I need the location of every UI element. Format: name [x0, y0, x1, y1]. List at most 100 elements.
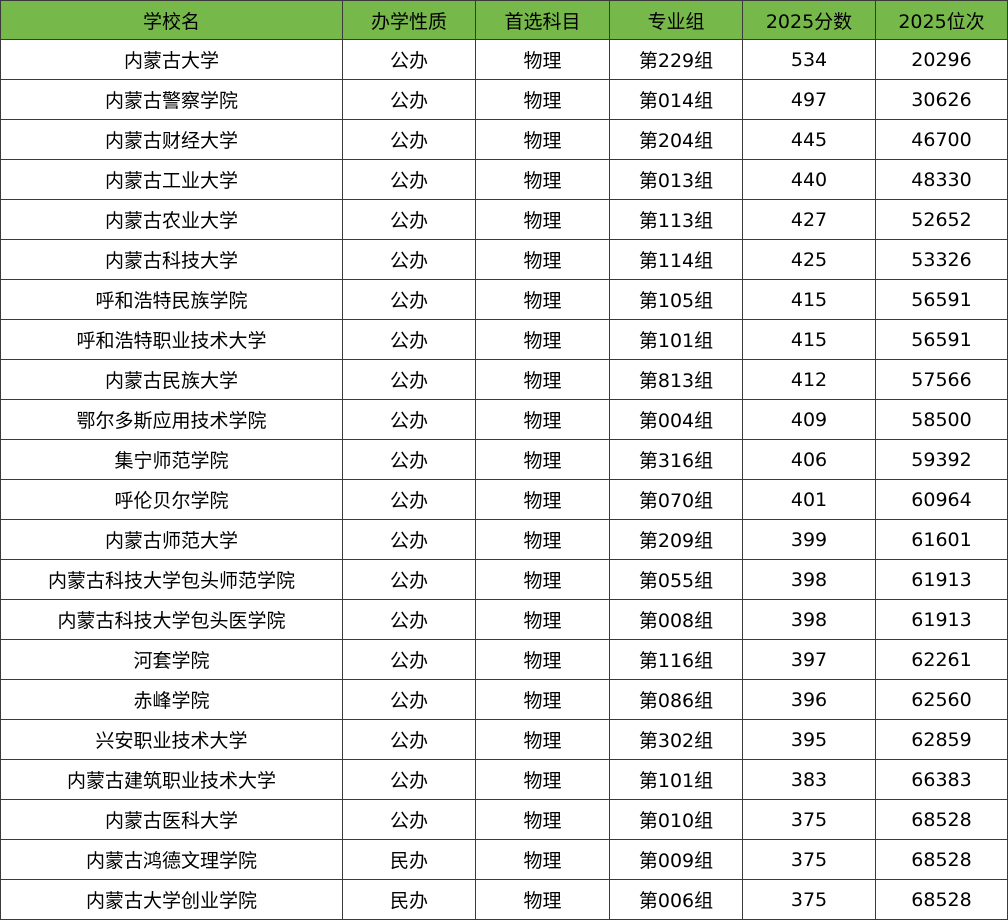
cell-primary-subject: 物理 — [475, 319, 610, 360]
cell-score: 395 — [742, 719, 876, 760]
cell-score: 396 — [742, 679, 876, 720]
cell-school-name: 内蒙古科技大学包头医学院 — [0, 599, 343, 640]
cell-school-type: 民办 — [342, 879, 476, 920]
cell-score: 399 — [742, 519, 876, 560]
cell-school-type: 公办 — [342, 639, 476, 680]
cell-school-name: 内蒙古大学创业学院 — [0, 879, 343, 920]
cell-primary-subject: 物理 — [475, 839, 610, 880]
cell-school-type: 公办 — [342, 479, 476, 520]
cell-school-type: 民办 — [342, 839, 476, 880]
cell-major-group: 第229组 — [609, 39, 743, 80]
cell-school-name: 内蒙古鸿德文理学院 — [0, 839, 343, 880]
cell-rank: 58500 — [875, 399, 1008, 440]
table-header-row: 学校名 办学性质 首选科目 专业组 2025分数 2025位次 — [0, 0, 1008, 40]
table-row: 内蒙古财经大学 公办 物理 第204组 445 46700 — [0, 119, 1008, 160]
cell-school-name: 内蒙古民族大学 — [0, 359, 343, 400]
cell-score: 401 — [742, 479, 876, 520]
cell-school-type: 公办 — [342, 279, 476, 320]
cell-school-type: 公办 — [342, 599, 476, 640]
header-school-type: 办学性质 — [342, 0, 476, 40]
table-row: 鄂尔多斯应用技术学院 公办 物理 第004组 409 58500 — [0, 399, 1008, 440]
cell-rank: 61601 — [875, 519, 1008, 560]
cell-primary-subject: 物理 — [475, 679, 610, 720]
cell-rank: 52652 — [875, 199, 1008, 240]
cell-school-name: 内蒙古师范大学 — [0, 519, 343, 560]
cell-primary-subject: 物理 — [475, 39, 610, 80]
cell-rank: 61913 — [875, 599, 1008, 640]
cell-school-name: 呼伦贝尔学院 — [0, 479, 343, 520]
cell-school-name: 内蒙古建筑职业技术大学 — [0, 759, 343, 800]
cell-school-name: 河套学院 — [0, 639, 343, 680]
cell-primary-subject: 物理 — [475, 559, 610, 600]
cell-school-type: 公办 — [342, 519, 476, 560]
header-school-name: 学校名 — [0, 0, 343, 40]
cell-school-type: 公办 — [342, 359, 476, 400]
cell-major-group: 第101组 — [609, 759, 743, 800]
cell-major-group: 第116组 — [609, 639, 743, 680]
cell-rank: 62261 — [875, 639, 1008, 680]
cell-primary-subject: 物理 — [475, 199, 610, 240]
cell-score: 497 — [742, 79, 876, 120]
cell-school-type: 公办 — [342, 679, 476, 720]
cell-score: 427 — [742, 199, 876, 240]
cell-major-group: 第014组 — [609, 79, 743, 120]
table-row: 内蒙古民族大学 公办 物理 第813组 412 57566 — [0, 359, 1008, 400]
cell-major-group: 第070组 — [609, 479, 743, 520]
table-row: 兴安职业技术大学 公办 物理 第302组 395 62859 — [0, 719, 1008, 760]
cell-school-type: 公办 — [342, 79, 476, 120]
cell-primary-subject: 物理 — [475, 239, 610, 280]
cell-score: 375 — [742, 839, 876, 880]
cell-rank: 57566 — [875, 359, 1008, 400]
cell-school-name: 内蒙古工业大学 — [0, 159, 343, 200]
cell-school-name: 集宁师范学院 — [0, 439, 343, 480]
cell-major-group: 第105组 — [609, 279, 743, 320]
cell-school-name: 呼和浩特民族学院 — [0, 279, 343, 320]
table-row: 赤峰学院 公办 物理 第086组 396 62560 — [0, 679, 1008, 720]
cell-school-type: 公办 — [342, 319, 476, 360]
cell-score: 425 — [742, 239, 876, 280]
cell-score: 534 — [742, 39, 876, 80]
cell-major-group: 第008组 — [609, 599, 743, 640]
table-row: 内蒙古师范大学 公办 物理 第209组 399 61601 — [0, 519, 1008, 560]
cell-school-type: 公办 — [342, 159, 476, 200]
cell-school-name: 内蒙古科技大学包头师范学院 — [0, 559, 343, 600]
cell-score: 409 — [742, 399, 876, 440]
cell-major-group: 第101组 — [609, 319, 743, 360]
cell-primary-subject: 物理 — [475, 799, 610, 840]
cell-major-group: 第316组 — [609, 439, 743, 480]
cell-primary-subject: 物理 — [475, 359, 610, 400]
cell-major-group: 第004组 — [609, 399, 743, 440]
cell-score: 406 — [742, 439, 876, 480]
cell-major-group: 第006组 — [609, 879, 743, 920]
cell-primary-subject: 物理 — [475, 519, 610, 560]
cell-rank: 53326 — [875, 239, 1008, 280]
table-row: 内蒙古工业大学 公办 物理 第013组 440 48330 — [0, 159, 1008, 200]
cell-primary-subject: 物理 — [475, 879, 610, 920]
cell-primary-subject: 物理 — [475, 439, 610, 480]
cell-score: 415 — [742, 279, 876, 320]
cell-primary-subject: 物理 — [475, 719, 610, 760]
cell-major-group: 第813组 — [609, 359, 743, 400]
cell-score: 440 — [742, 159, 876, 200]
cell-school-name: 呼和浩特职业技术大学 — [0, 319, 343, 360]
cell-rank: 68528 — [875, 879, 1008, 920]
cell-school-name: 内蒙古农业大学 — [0, 199, 343, 240]
cell-rank: 66383 — [875, 759, 1008, 800]
cell-primary-subject: 物理 — [475, 279, 610, 320]
table-row: 内蒙古警察学院 公办 物理 第014组 497 30626 — [0, 79, 1008, 120]
cell-score: 375 — [742, 799, 876, 840]
table-row: 内蒙古大学 公办 物理 第229组 534 20296 — [0, 39, 1008, 80]
table-row: 呼和浩特职业技术大学 公办 物理 第101组 415 56591 — [0, 319, 1008, 360]
table-row: 内蒙古医科大学 公办 物理 第010组 375 68528 — [0, 799, 1008, 840]
cell-rank: 56591 — [875, 279, 1008, 320]
cell-major-group: 第013组 — [609, 159, 743, 200]
cell-school-type: 公办 — [342, 119, 476, 160]
cell-major-group: 第113组 — [609, 199, 743, 240]
cell-rank: 20296 — [875, 39, 1008, 80]
cell-primary-subject: 物理 — [475, 399, 610, 440]
cell-major-group: 第010组 — [609, 799, 743, 840]
table-body: 内蒙古大学 公办 物理 第229组 534 20296 内蒙古警察学院 公办 物理 第014组 4… — [0, 39, 1008, 920]
cell-score: 415 — [742, 319, 876, 360]
cell-primary-subject: 物理 — [475, 599, 610, 640]
cell-score: 412 — [742, 359, 876, 400]
